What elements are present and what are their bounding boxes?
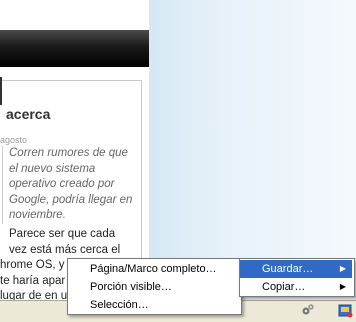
context-menu: Guardar… ▶ Copiar… ▶ [239, 258, 355, 297]
browser-page: acerca agosto Corren rumores de que el n… [0, 0, 356, 322]
post-quote: Corren rumores de que el nuevo sistema o… [9, 147, 133, 221]
post-body-line: te haría apar [0, 274, 66, 287]
post-body-obscured: hrome OS, y te haría apar lugar de en u [0, 258, 75, 305]
capture-submenu: Página/Marco completo… Porción visible… … [67, 258, 242, 315]
quote-border [2, 146, 3, 224]
post-body-line: vez está más cerca el [9, 243, 121, 256]
blog-header-bar [0, 30, 149, 67]
post-date: agosto [0, 135, 28, 145]
post-marker [0, 77, 2, 105]
menu-item-save[interactable]: Guardar… ▶ [240, 260, 352, 278]
menu-item-save-label: Guardar… [262, 263, 314, 275]
extension-icon[interactable] [337, 302, 353, 318]
menu-item-visible-portion[interactable]: Porción visible… [68, 278, 241, 296]
post-body: Parece ser que cada vez está más cerca e… [9, 227, 141, 258]
sidebar-background [149, 0, 356, 300]
post-body-line: Parece ser que cada [9, 228, 116, 240]
submenu-arrow-icon: ▶ [339, 264, 346, 273]
menu-item-selection[interactable]: Selección… [68, 296, 241, 314]
gears-icon[interactable] [300, 302, 316, 318]
menu-item-copy-label: Copiar… [262, 281, 306, 293]
menu-item-full-page[interactable]: Página/Marco completo… [68, 260, 241, 278]
post-body-line: hrome OS, y [0, 259, 65, 271]
submenu-arrow-icon: ▶ [339, 282, 346, 291]
post-title[interactable]: acerca [6, 106, 50, 122]
menu-item-copy[interactable]: Copiar… ▶ [240, 278, 352, 296]
